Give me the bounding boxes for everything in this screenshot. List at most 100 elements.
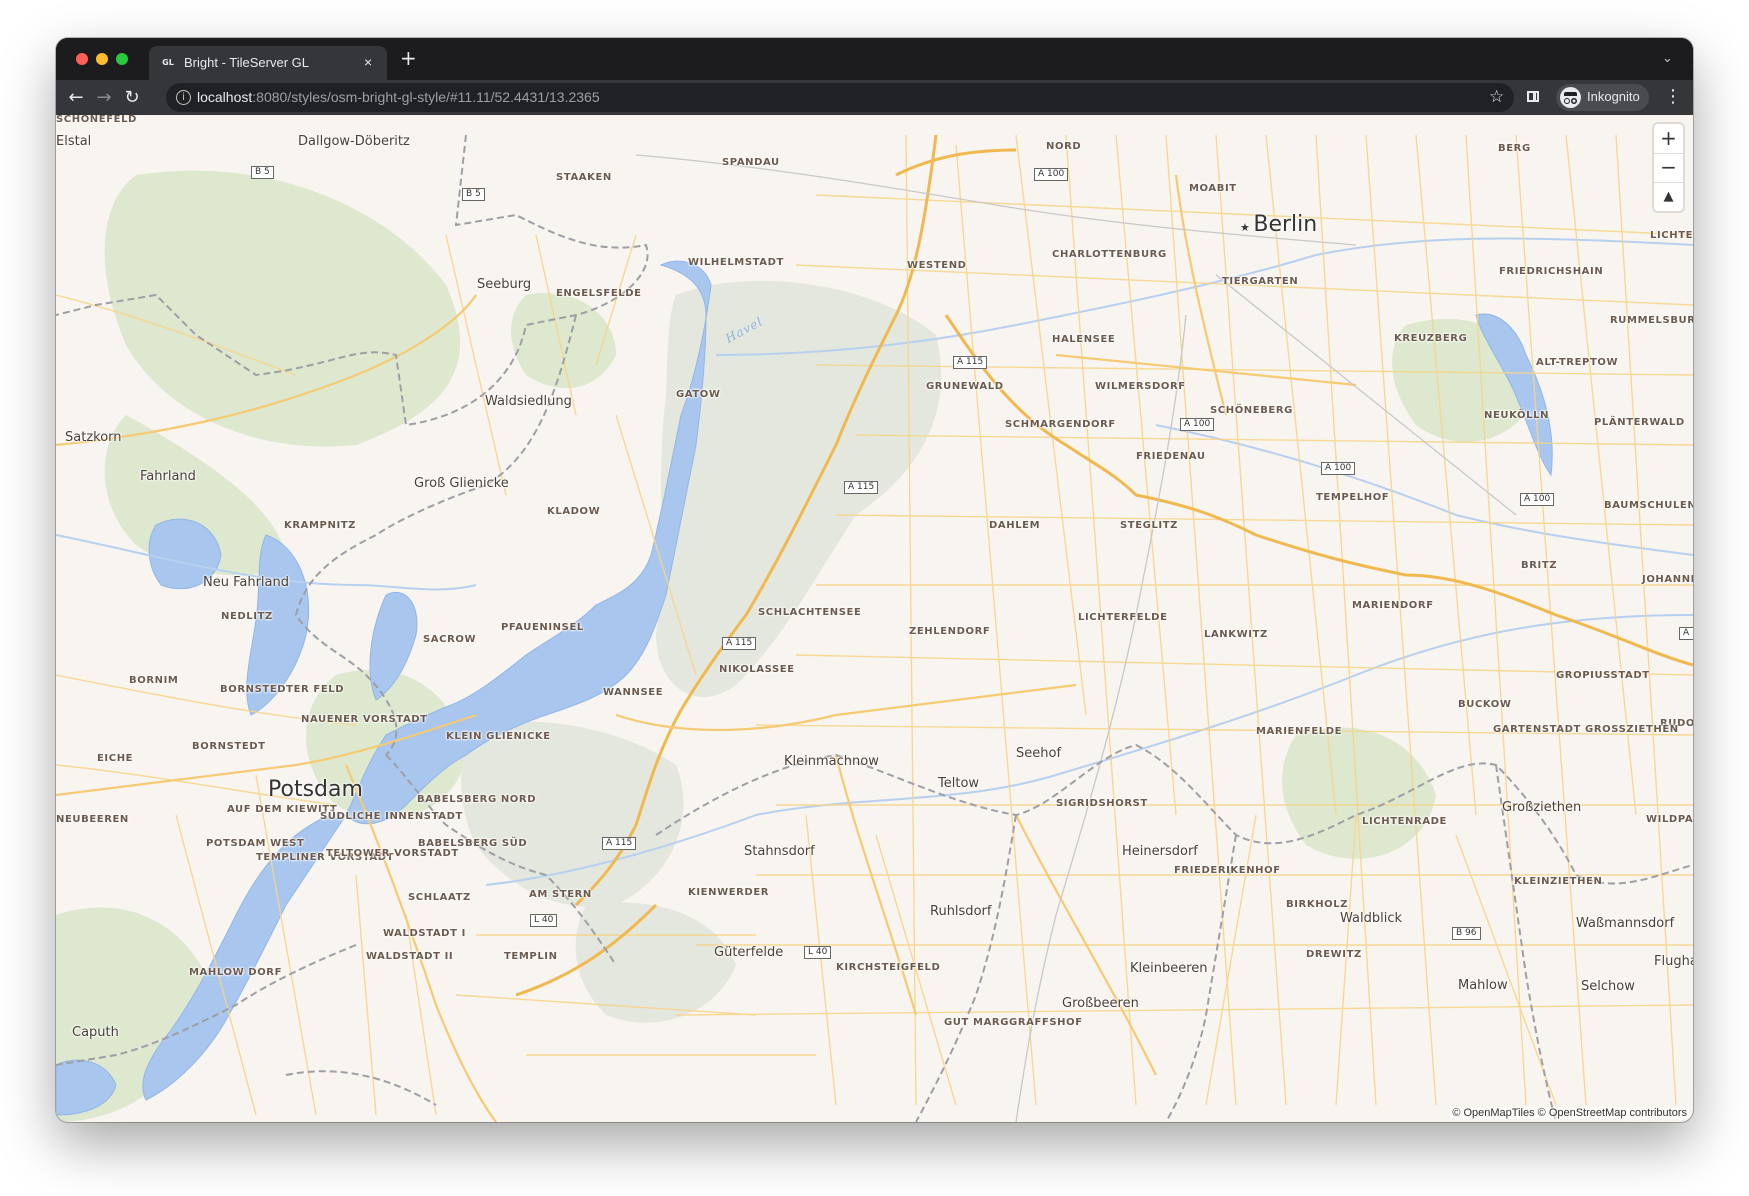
district-label: MAHLOW DORF [189,967,283,978]
browser-window: GL Bright - TileServer GL × + ⌄ ← → ↻ i … [56,38,1693,1122]
district-label: ALT-TREPTOW [1536,357,1619,368]
district-label: LICHTENRADE [1362,816,1447,827]
district-label: CHARLOTTENBURG [1052,249,1167,260]
district-label: GRUNEWALD [926,381,1004,392]
bookmark-star-icon[interactable]: ☆ [1489,87,1504,107]
town-label: Waßmannsdorf [1576,916,1675,931]
district-label: SCHLACHTENSEE [758,607,862,618]
browser-menu-icon[interactable]: ⋮ [1664,86,1682,107]
town-label: Güterfelde [714,945,784,960]
district-label: SCHÖNEBERG [1210,405,1293,416]
zoom-out-button[interactable]: − [1654,153,1683,183]
district-label: HALENSEE [1052,334,1116,345]
town-label: Mahlow [1458,978,1508,993]
district-label: BRITZ [1521,560,1558,571]
district-label: BAUMSCHULENWEG [1604,500,1693,511]
side-panel-icon[interactable] [1527,91,1539,102]
url-host: localhost [197,89,253,105]
district-label: SPANDAU [722,157,780,168]
fullscreen-window-button[interactable] [116,53,128,65]
minimize-window-button[interactable] [96,53,108,65]
road-shield: A 115 [722,637,757,650]
town-label: Seeburg [477,277,532,292]
url-text[interactable]: localhost:8080/styles/osm-bright-gl-styl… [197,89,600,105]
map-navigation-control: + − ▲ [1654,124,1683,211]
district-label: KIRCHSTEIGFELD [836,962,941,973]
district-label: POTSDAM WEST [206,838,305,849]
road-shield: B 5 [251,166,274,179]
district-label: WILDPARK [1646,814,1693,825]
district-label: WANNSEE [603,687,664,698]
district-label: GROPIUSSTADT [1556,670,1650,681]
browser-toolbar: ← → ↻ i localhost:8080/styles/osm-bright… [56,80,1693,115]
road-shield: A 100 [1520,493,1555,506]
district-label: SIGRIDSHORST [1056,798,1148,809]
tab-search-chevron-icon[interactable]: ⌄ [1662,51,1673,66]
district-label: FRIEDERIKENHOF [1174,865,1281,876]
district-label: BABELSBERG NORD [417,794,537,805]
district-label: KLEIN GLIENICKE [446,731,551,742]
back-button[interactable]: ← [65,87,87,109]
city-label: Potsdam [268,777,363,802]
town-label: Dallgow-Döberitz [298,134,410,149]
road-shield: A 100 [1034,168,1069,181]
map-canvas[interactable]: ★ Berlin Potsdam Seeburg Waldsiedlung Satzko… [56,115,1693,1122]
forward-button[interactable]: → [93,87,115,109]
district-label: LICHTERFELDE [1078,612,1168,623]
district-label: BIRKHOLZ [1286,899,1349,910]
district-label: RUMMELSBURG [1610,315,1693,326]
district-label: MOABIT [1189,183,1237,194]
road-shield: A 1 [1679,627,1693,640]
town-label: Seehof [1016,746,1062,761]
road-shield: L 40 [530,914,558,927]
district-label: BERG [1498,143,1531,154]
town-label: Flughafen Berlin-Brandenburg [1654,954,1693,969]
site-info-icon[interactable]: i [176,90,191,105]
district-label: SCHLAATZ [408,892,471,903]
district-label: WILMERSDORF [1095,381,1186,392]
reload-button[interactable]: ↻ [121,87,143,109]
tab-close-icon[interactable]: × [364,54,372,70]
district-label: NEDLITZ [221,611,273,622]
town-label: Teltow [938,776,980,791]
district-label: LICHTENBERG [1650,230,1693,241]
district-label: JOHANNISTHAL [1642,574,1693,585]
capital-label: ★ Berlin [1240,212,1318,237]
district-label: NAUENER VORSTADT [301,714,428,725]
town-label: Caputh [72,1025,119,1040]
district-label: FRIEDENAU [1136,451,1206,462]
district-label: KLEINZIETHEN [1514,876,1603,887]
reset-north-compass-icon[interactable]: ▲ [1654,182,1683,211]
district-label: BORNSTEDTER FELD [220,684,345,695]
tab-bright-tileserver[interactable]: GL Bright - TileServer GL × [149,46,387,80]
town-label: Kleinbeeren [1130,961,1208,976]
town-label: Satzkorn [65,430,122,445]
road-shield: A 115 [602,837,637,850]
incognito-profile-button[interactable]: Inkognito [1556,84,1649,111]
district-label: WESTEND [907,260,967,271]
district-label: PFAUENINSEL [501,622,584,633]
district-label: KLADOW [547,506,601,517]
town-label: Heinersdorf [1122,844,1198,859]
zoom-in-button[interactable]: + [1654,124,1683,154]
district-label: GUT MARGGRAFFSHOF [944,1017,1083,1028]
town-label: Fahrland [140,469,196,484]
district-label: KREUZBERG [1394,333,1468,344]
district-label: BORNSTEDT [192,741,266,752]
district-label: WALDSTADT I [383,928,466,939]
district-label: WILHELMSTADT [688,257,784,268]
district-label: WALDSTADT II [366,951,454,962]
tileserver-favicon-icon: GL [162,58,174,67]
district-label: STEGLITZ [1120,520,1179,531]
road-shield: B 5 [462,188,485,201]
district-label: MARIENDORF [1352,600,1434,611]
district-label: SCHÖNEFELD [56,115,137,125]
map-attribution[interactable]: © OpenMapTiles © OpenStreetMap contribut… [1450,1107,1689,1119]
town-label: Waldsiedlung [485,394,572,409]
town-label: Neu Fahrland [203,575,289,590]
close-window-button[interactable] [76,53,88,65]
district-label: STAAKEN [556,172,612,183]
new-tab-button[interactable]: + [400,48,417,68]
town-label: Kleinmachnow [784,754,879,769]
address-bar[interactable]: i localhost:8080/styles/osm-bright-gl-st… [166,83,1514,112]
